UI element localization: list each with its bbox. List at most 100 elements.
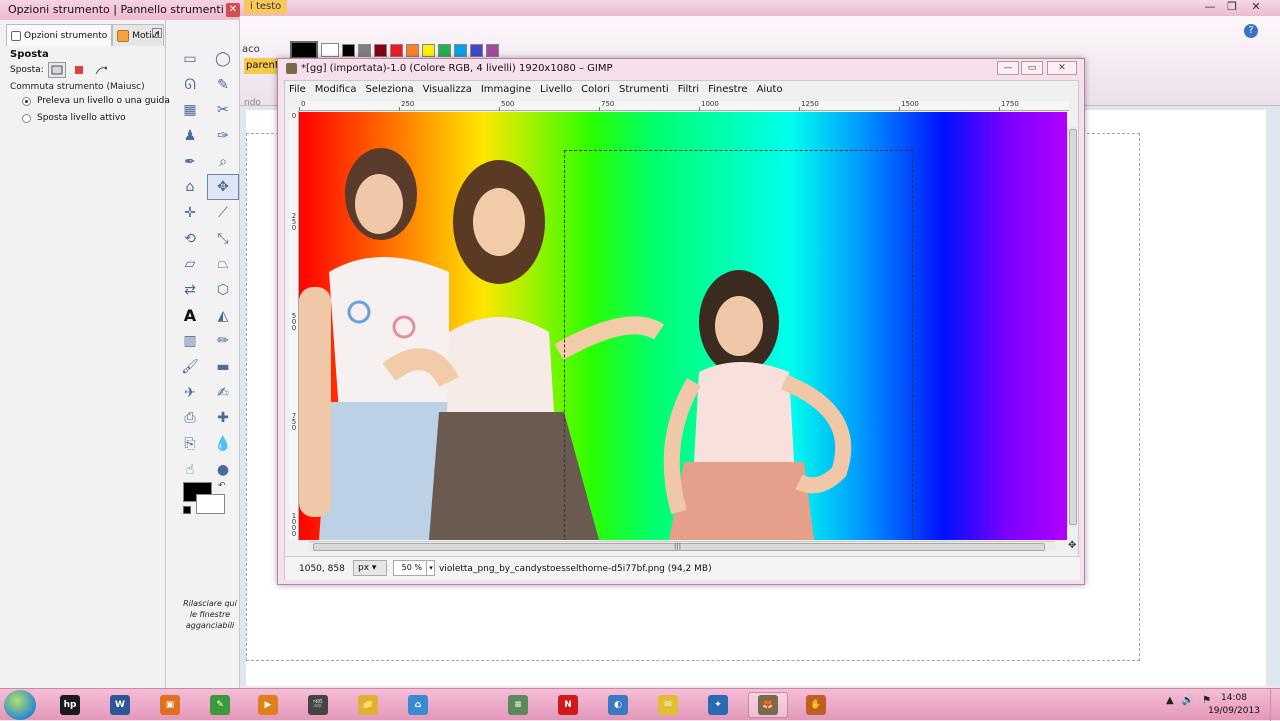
color-swatch[interactable] — [486, 43, 499, 57]
perspective-icon[interactable]: ⏢ — [207, 252, 239, 278]
background-color[interactable] — [196, 494, 225, 514]
move-icon[interactable]: ✥ — [207, 174, 239, 201]
pencil-icon[interactable]: ✏ — [207, 329, 239, 355]
color-swatch[interactable] — [390, 43, 403, 57]
help-icon[interactable]: ? — [1244, 24, 1258, 38]
taskbar-image-editor[interactable]: ✦ — [698, 692, 738, 718]
perspective-clone-icon[interactable]: ⎘ — [174, 431, 206, 457]
reset-colors-icon[interactable] — [183, 506, 191, 514]
airbrush-icon[interactable]: ✈ — [174, 380, 206, 406]
image-canvas[interactable] — [299, 112, 1067, 540]
move-path-mode-button[interactable] — [92, 62, 110, 78]
tray-arrow-icon[interactable]: ▲ — [1166, 695, 1174, 706]
color-swatch[interactable] — [290, 41, 318, 59]
measure-icon[interactable]: ⌂ — [174, 174, 206, 200]
text-icon[interactable]: A — [174, 303, 206, 329]
scale-icon[interactable]: ⤡ — [207, 226, 239, 252]
taskbar-tool[interactable]: ✋ — [796, 692, 836, 718]
move-layer-mode-button[interactable] — [47, 62, 66, 78]
menu-modifica[interactable]: Modifica — [315, 84, 357, 100]
scissors-icon[interactable]: ✂ — [207, 97, 239, 123]
menu-colori[interactable]: Colori — [581, 84, 610, 100]
maximize-button[interactable]: ▭ — [1021, 61, 1043, 75]
chevron-down-icon[interactable]: ▾ — [426, 560, 435, 576]
show-desktop-button[interactable] — [1270, 689, 1280, 721]
scroll-thumb[interactable]: ||| — [313, 542, 1045, 551]
bucket-fill-icon[interactable]: ◭ — [207, 303, 239, 329]
taskbar-movie-maker[interactable]: 🎬 — [298, 692, 338, 718]
rotate-icon[interactable]: ⟲ — [174, 226, 206, 252]
eraser-icon[interactable]: ▬ — [207, 354, 239, 380]
clock[interactable]: 14:08 19/09/2013 — [1206, 692, 1262, 718]
close-icon[interactable]: ✕ — [1246, 0, 1266, 14]
flip-icon[interactable]: ⇄ — [174, 277, 206, 303]
tab-tool-options[interactable]: Opzioni strumento — [6, 24, 113, 46]
color-swatch[interactable] — [374, 43, 387, 57]
crop-icon[interactable]: ⟋ — [207, 200, 239, 226]
move-selection-mode-button[interactable] — [70, 62, 88, 78]
color-swatch[interactable] — [406, 43, 419, 57]
color-swatch[interactable] — [438, 43, 451, 57]
background-ribbon-tab[interactable]: i testo — [244, 0, 288, 14]
radio-pick-layer[interactable]: Preleva un livello o una guida — [22, 96, 170, 106]
radio-move-active-layer[interactable]: Sposta livello attivo — [22, 113, 126, 123]
horizontal-ruler[interactable]: 0 250 500 750 1000 1250 1500 1750 — [299, 100, 1069, 111]
radio-button[interactable] — [22, 96, 31, 106]
start-button[interactable] — [4, 690, 36, 720]
color-swatch[interactable] — [454, 43, 467, 57]
free-select-icon[interactable]: ᘏ — [174, 72, 206, 98]
taskbar-media-player[interactable]: ▶ — [248, 692, 288, 718]
color-swatch[interactable] — [470, 43, 483, 57]
minimize-button[interactable]: — — [997, 61, 1019, 75]
taskbar-office[interactable]: ▣ — [150, 692, 190, 718]
unit-select[interactable]: px ▾ — [353, 560, 387, 576]
menu-strumenti[interactable]: Strumenti — [619, 84, 669, 100]
minimize-icon[interactable]: — — [1200, 0, 1220, 14]
paths-icon[interactable]: ✑ — [207, 123, 239, 149]
color-swatch[interactable] — [342, 43, 355, 57]
blend-icon[interactable]: ▥ — [174, 329, 206, 355]
menu-filtri[interactable]: Filtri — [678, 84, 699, 100]
color-select-icon[interactable]: ▦ — [174, 97, 206, 123]
menu-immagine[interactable]: Immagine — [481, 84, 531, 100]
dock-close-icon[interactable]: ✕ — [226, 3, 240, 17]
taskbar-network[interactable]: ⌂ — [398, 692, 438, 718]
color-swatch[interactable] — [358, 43, 371, 57]
smudge-icon[interactable]: ☝ — [174, 457, 206, 483]
color-swatch[interactable] — [321, 43, 339, 57]
blur-icon[interactable]: 💧 — [207, 431, 239, 457]
rect-select-icon[interactable]: ▭ — [174, 46, 206, 72]
taskbar-antivirus[interactable]: N — [548, 692, 588, 718]
ribbon-highlight[interactable]: parente — [244, 58, 280, 74]
menu-finestre[interactable]: Finestre — [708, 84, 747, 100]
ellipse-select-icon[interactable]: ◯ — [207, 46, 239, 72]
taskbar-notepad[interactable]: ≡ — [498, 692, 538, 718]
shear-icon[interactable]: ▱ — [174, 252, 206, 278]
scroll-thumb[interactable] — [1069, 129, 1077, 525]
color-picker-icon[interactable]: ✒ — [174, 149, 206, 175]
vertical-ruler[interactable]: 0 2 5 0 5 0 0 7 5 0 1 0 0 0 — [289, 111, 299, 541]
fuzzy-select-icon[interactable]: ✎ — [207, 72, 239, 98]
menu-aiuto[interactable]: Aiuto — [757, 84, 783, 100]
vertical-scrollbar[interactable] — [1067, 127, 1077, 527]
taskbar-notes[interactable]: ✉ — [648, 692, 688, 718]
taskbar-explorer[interactable]: 📁 — [348, 692, 388, 718]
taskbar-hp[interactable]: hp — [50, 692, 90, 718]
tab-menu-icon[interactable]: ◂ — [152, 28, 162, 38]
navigate-icon[interactable]: ✥ — [1068, 541, 1078, 551]
menu-seleziona[interactable]: Seleziona — [366, 84, 414, 100]
color-swatch[interactable] — [422, 43, 435, 57]
foreground-select-icon[interactable]: ♟ — [174, 123, 206, 149]
menu-visualizza[interactable]: Visualizza — [423, 84, 472, 100]
taskbar-paint[interactable]: ✎ — [200, 692, 240, 718]
cage-icon[interactable]: ⬡ — [207, 277, 239, 303]
close-button[interactable]: ✕ — [1047, 61, 1077, 75]
menu-file[interactable]: File — [289, 84, 306, 100]
swap-colors-icon[interactable]: ↶ — [218, 481, 226, 491]
heal-icon[interactable]: ✚ — [207, 406, 239, 432]
taskbar-photo[interactable]: ◐ — [598, 692, 638, 718]
zoom-icon[interactable]: ⌕ — [207, 149, 239, 175]
clone-icon[interactable]: ⎙ — [174, 406, 206, 432]
menu-livello[interactable]: Livello — [540, 84, 572, 100]
dodge-burn-icon[interactable]: ● — [207, 457, 239, 483]
